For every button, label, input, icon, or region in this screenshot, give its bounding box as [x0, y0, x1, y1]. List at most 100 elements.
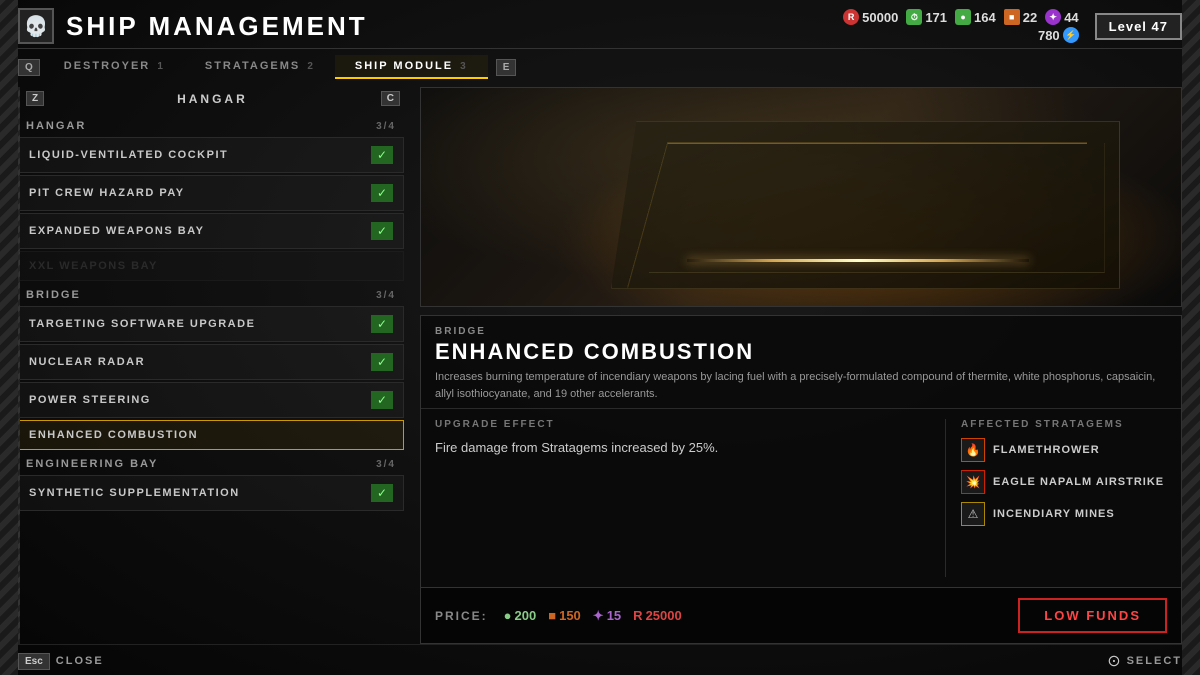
select-label: SELECT — [1127, 655, 1182, 667]
left-panel: Z HANGAR C HANGAR 3/4 LIQUID-VENTILATED … — [18, 87, 408, 644]
price-label: PRICE: — [435, 609, 488, 623]
module-synthetic-supplementation[interactable]: SYNTHETIC SUPPLEMENTATION ✓ — [18, 475, 404, 511]
main-container: 💀 SHIP MANAGEMENT R 50000 ⏱ 171 ● 164 — [0, 0, 1200, 675]
detail-panel: BRIDGE ENHANCED COMBUSTION Increases bur… — [420, 315, 1182, 644]
detail-header: BRIDGE ENHANCED COMBUSTION Increases bur… — [421, 316, 1181, 409]
check-icon: ✓ — [371, 353, 393, 371]
currency-group: R 50000 ⏱ 171 ● 164 ■ 22 — [843, 9, 1079, 43]
affected-stratagems-section: AFFECTED STRATAGEMS 🔥 FLAMETHROWER 💥 EAG… — [947, 419, 1167, 577]
detail-category: BRIDGE — [435, 326, 1167, 337]
ship-inner-lines — [649, 143, 1105, 274]
page-title: SHIP MANAGEMENT — [66, 11, 368, 42]
tab-stratagems[interactable]: STRATAGEMS 2 — [185, 55, 335, 79]
section-header: Z HANGAR C — [18, 87, 408, 110]
blue-value: 780 — [1038, 28, 1060, 43]
tab-ship-module[interactable]: SHIP MODULE 3 — [335, 55, 488, 79]
upgrade-effect-label: UPGRADE EFFECT — [435, 419, 931, 430]
currency-medal: ⏱ 171 — [906, 9, 947, 25]
red-price-symbol: R — [633, 608, 642, 623]
section-title: HANGAR — [177, 92, 248, 106]
stratagem-eagle-napalm: 💥 EAGLE NAPALM AIRSTRIKE — [961, 470, 1167, 494]
module-liquid-ventilated-cockpit[interactable]: LIQUID-VENTILATED COCKPIT ✓ — [18, 137, 404, 173]
price-red: R 25000 — [633, 608, 682, 623]
category-engineering: ENGINEERING BAY 3/4 — [18, 452, 404, 473]
modules-list: HANGAR 3/4 LIQUID-VENTILATED COCKPIT ✓ P… — [18, 114, 408, 644]
price-orange: ■ 150 — [548, 608, 581, 623]
module-targeting-software[interactable]: TARGETING SOFTWARE UPGRADE ✓ — [18, 306, 404, 342]
module-expanded-weapons-bay[interactable]: EXPANDED WEAPONS BAY ✓ — [18, 213, 404, 249]
check-icon: ✓ — [371, 391, 393, 409]
check-icon: ✓ — [371, 184, 393, 202]
tab-destroyer[interactable]: DESTROYER 1 — [44, 55, 185, 79]
purple-price-icon: ✦ — [593, 608, 604, 624]
check-icon: ✓ — [371, 484, 393, 502]
e-key: E — [496, 59, 517, 76]
flamethrower-icon: 🔥 — [961, 438, 985, 462]
low-funds-button[interactable]: LOW FUNDS — [1018, 598, 1167, 633]
flamethrower-name: FLAMETHROWER — [993, 444, 1100, 456]
left-border — [0, 0, 18, 675]
detail-description: Increases burning temperature of incendi… — [435, 369, 1167, 402]
req-value: 50000 — [862, 10, 898, 25]
upgrade-effect-section: UPGRADE EFFECT Fire damage from Stratage… — [435, 419, 946, 577]
stratagem-incendiary-mines: ⚠ INCENDIARY MINES — [961, 502, 1167, 526]
module-pit-crew[interactable]: PIT CREW HAZARD PAY ✓ — [18, 175, 404, 211]
currency-row-top: R 50000 ⏱ 171 ● 164 ■ 22 — [843, 9, 1079, 25]
stratagem-flamethrower: 🔥 FLAMETHROWER — [961, 438, 1167, 462]
eagle-napalm-name: EAGLE NAPALM AIRSTRIKE — [993, 476, 1164, 488]
footer-close: Esc CLOSE — [18, 653, 104, 670]
price-purple: ✦ 15 — [593, 608, 621, 624]
controller-icon: ⊙ — [1107, 651, 1120, 671]
right-border — [1182, 0, 1200, 675]
esc-key: Esc — [18, 653, 50, 670]
module-nuclear-radar[interactable]: NUCLEAR RADAR ✓ — [18, 344, 404, 380]
z-key: Z — [26, 91, 44, 106]
header-right: R 50000 ⏱ 171 ● 164 ■ 22 — [843, 9, 1182, 43]
module-power-steering[interactable]: POWER STEERING ✓ — [18, 382, 404, 418]
detail-title: ENHANCED COMBUSTION — [435, 339, 1167, 365]
purple-value: 44 — [1064, 10, 1078, 25]
orange-price-icon: ■ — [548, 608, 556, 623]
price-bar: PRICE: ● 200 ■ 150 ✦ — [421, 587, 1181, 643]
skull-icon: 💀 — [18, 8, 54, 44]
purple-icon: ✦ — [1045, 9, 1061, 25]
price-left: PRICE: ● 200 ■ 150 ✦ — [435, 608, 682, 624]
medal-value: 171 — [925, 10, 947, 25]
price-green: ● 200 — [504, 608, 537, 623]
blue-icon: ⚡ — [1063, 27, 1079, 43]
nav-tabs: Q DESTROYER 1 STRATAGEMS 2 SHIP MODULE 3… — [18, 49, 1182, 79]
eagle-napalm-icon: 💥 — [961, 470, 985, 494]
category-hangar: HANGAR 3/4 — [18, 114, 404, 135]
currency-req: R 50000 — [843, 9, 898, 25]
green-price-icon: ● — [504, 608, 512, 623]
q-key: Q — [18, 59, 40, 76]
right-panel: BRIDGE ENHANCED COMBUSTION Increases bur… — [420, 87, 1182, 644]
header: 💀 SHIP MANAGEMENT R 50000 ⏱ 171 ● 164 — [18, 0, 1182, 49]
header-left: 💀 SHIP MANAGEMENT — [18, 8, 368, 44]
currency-row-bottom: 780 ⚡ — [1038, 27, 1079, 43]
ship-glow — [687, 259, 1029, 262]
footer: Esc CLOSE ⊙ SELECT — [18, 644, 1182, 675]
currency-green: ● 164 — [955, 9, 996, 25]
ship-structure — [611, 121, 1120, 289]
module-xxl-weapons-bay: XXL WEAPONS BAY — [18, 251, 404, 281]
affected-stratagems-label: AFFECTED STRATAGEMS — [961, 419, 1167, 430]
orange-price-value: 150 — [559, 608, 581, 623]
module-enhanced-combustion[interactable]: ENHANCED COMBUSTION — [18, 420, 404, 450]
close-label: CLOSE — [56, 655, 104, 667]
req-icon: R — [843, 9, 859, 25]
check-icon: ✓ — [371, 146, 393, 164]
detail-body: UPGRADE EFFECT Fire damage from Stratage… — [421, 409, 1181, 587]
orange-icon: ■ — [1004, 9, 1020, 25]
currency-orange: ■ 22 — [1004, 9, 1037, 25]
medal-icon: ⏱ — [906, 9, 922, 25]
upgrade-effect-text: Fire damage from Stratagems increased by… — [435, 438, 931, 459]
green-price-value: 200 — [515, 608, 537, 623]
purple-price-value: 15 — [607, 608, 621, 623]
level-badge: Level 47 — [1095, 13, 1182, 40]
orange-value: 22 — [1023, 10, 1037, 25]
incendiary-mines-name: INCENDIARY MINES — [993, 508, 1115, 520]
green-icon: ● — [955, 9, 971, 25]
body-area: Z HANGAR C HANGAR 3/4 LIQUID-VENTILATED … — [18, 79, 1182, 644]
currency-blue: 780 ⚡ — [1038, 27, 1079, 43]
